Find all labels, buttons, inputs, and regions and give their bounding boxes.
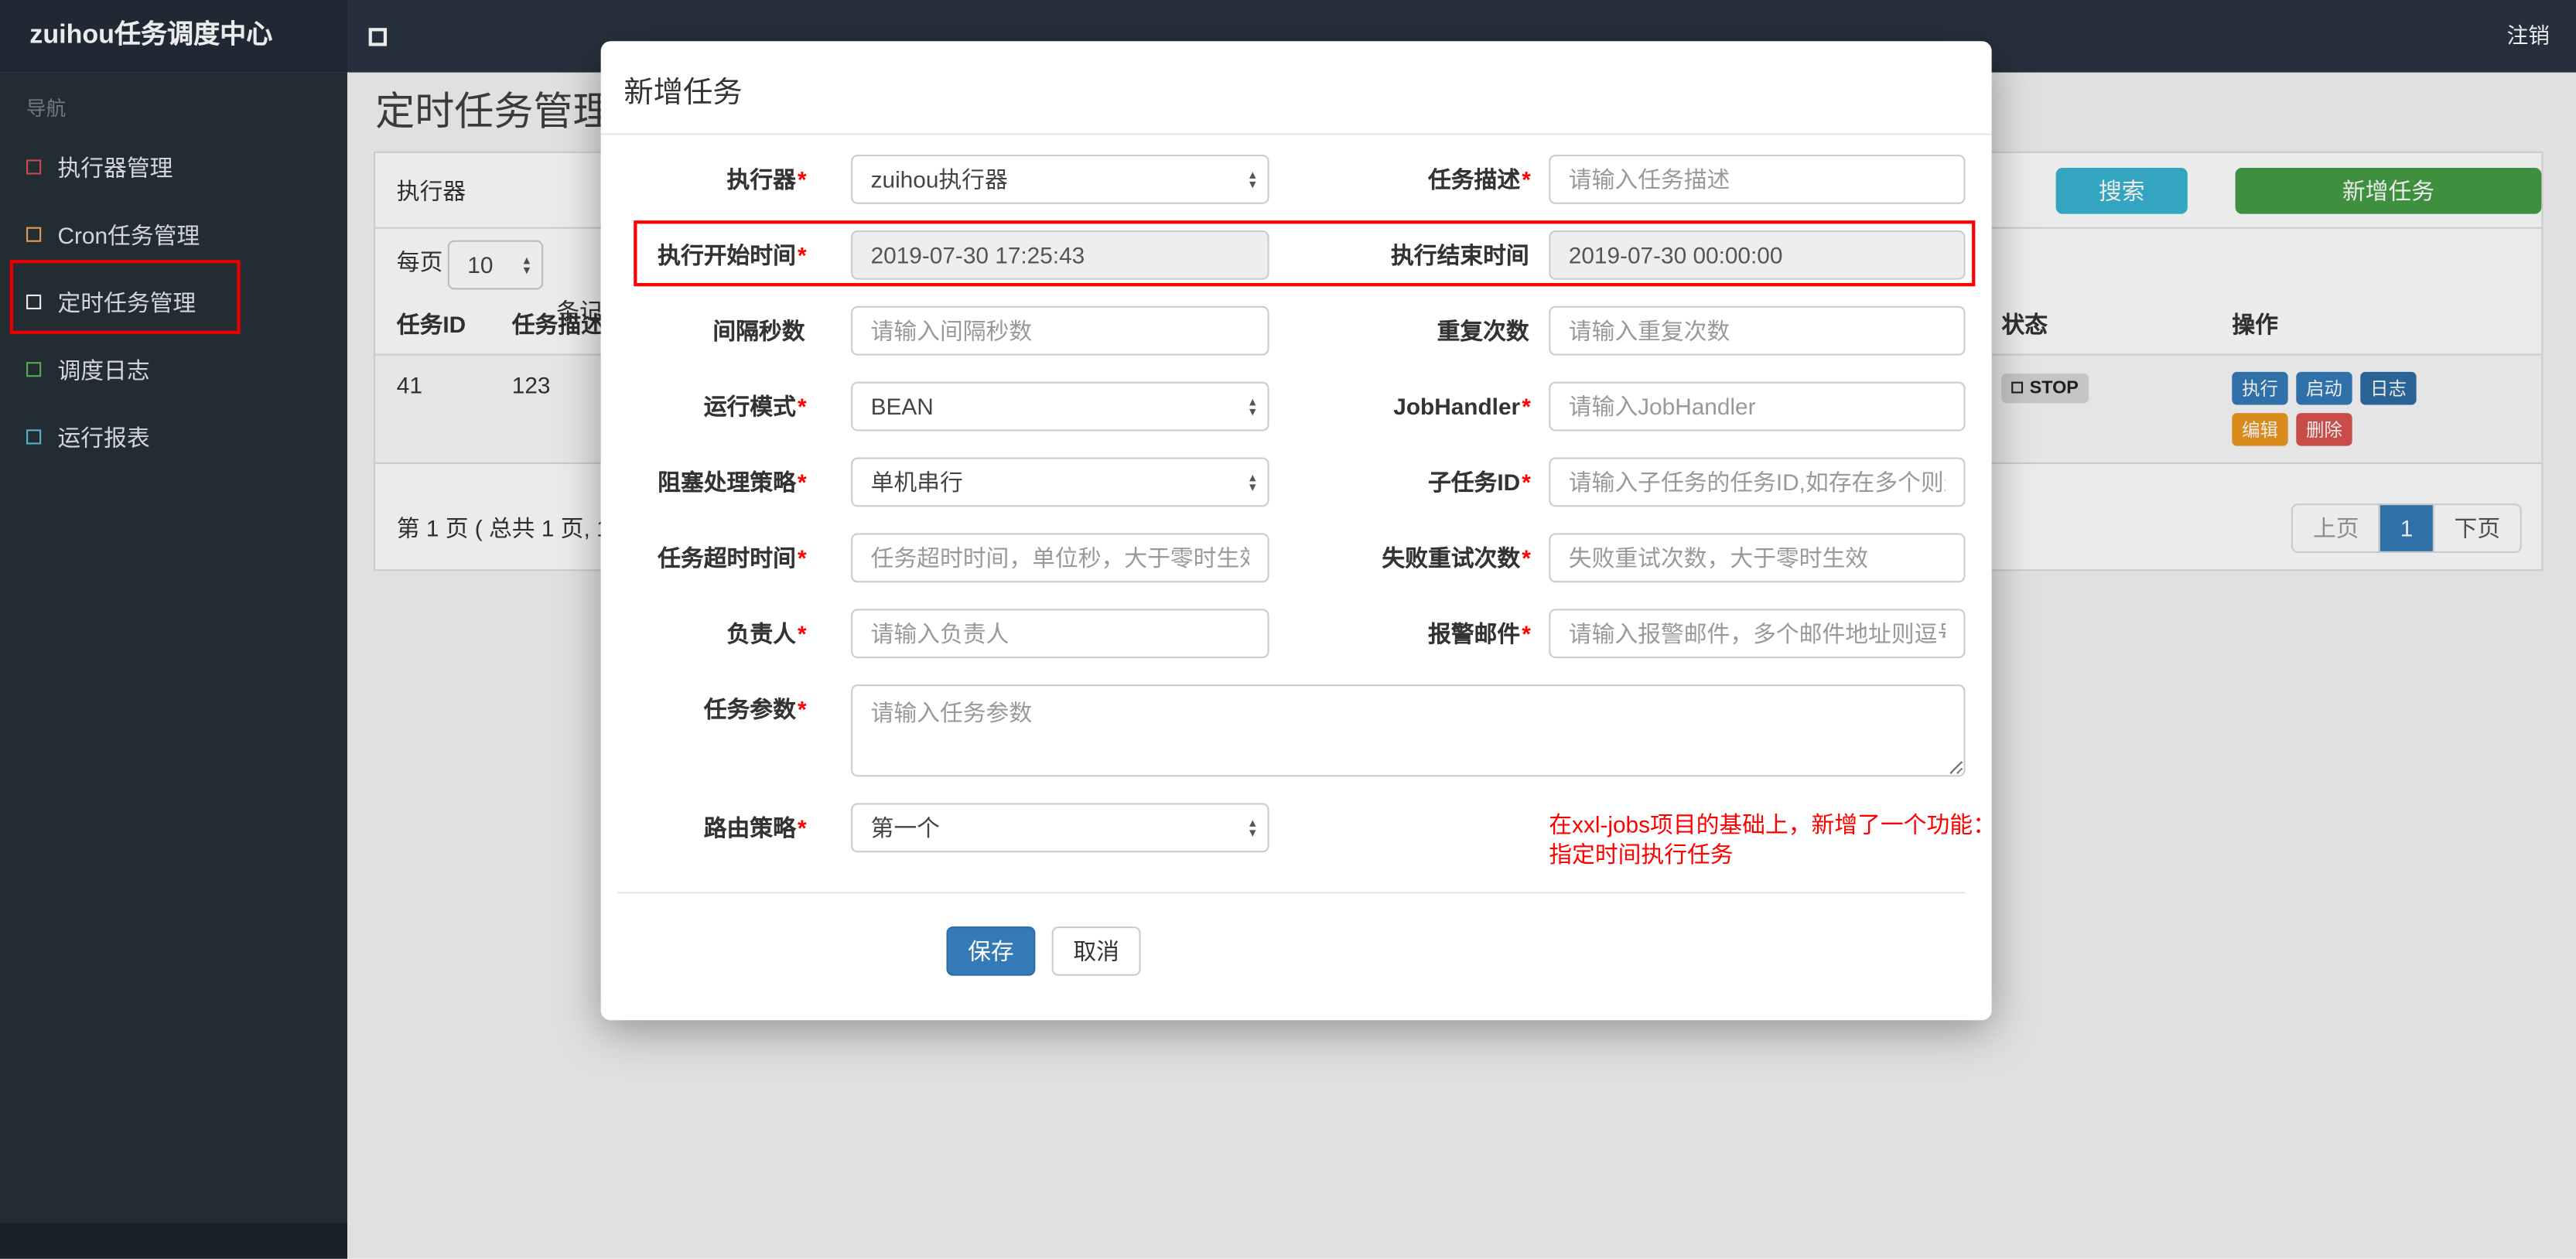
jobhandler-input[interactable]: [1549, 381, 1966, 432]
executor-label: 执行器 *: [726, 165, 807, 193]
form-row-owner-email: 负责人* 报警邮件*: [617, 609, 1966, 659]
timeout-label: 任务超时时间 *: [658, 544, 807, 571]
alarm-email-input[interactable]: [1549, 609, 1966, 659]
run-mode-select[interactable]: BEAN ▴ ▾: [851, 381, 1269, 432]
block-strategy-select[interactable]: 单机串行 ▴ ▾: [851, 457, 1269, 507]
required-asterisk: *: [798, 393, 807, 420]
repeat-input[interactable]: [1549, 305, 1966, 356]
form-row-time-range: 执行开始时间* 执行结束时间: [617, 230, 1966, 280]
modal-footer: 保存 取消: [617, 892, 1966, 976]
owner-label: 负责人 *: [726, 620, 807, 647]
select-caret-icon: ▴ ▾: [1249, 394, 1256, 418]
required-asterisk: *: [798, 696, 807, 723]
save-button[interactable]: 保存: [946, 926, 1036, 976]
required-asterisk: *: [1522, 469, 1531, 496]
required-asterisk: *: [798, 814, 807, 841]
executor-select-value: zuihou执行器: [870, 165, 1008, 193]
cancel-button[interactable]: 取消: [1051, 926, 1141, 976]
select-caret-icon: ▴ ▾: [1249, 166, 1256, 191]
retry-input[interactable]: [1549, 533, 1966, 583]
route-strategy-select[interactable]: 第一个 ▴ ▾: [851, 803, 1269, 853]
run-mode-label: 运行模式 *: [703, 393, 807, 420]
required-asterisk: *: [1522, 620, 1531, 647]
modal-body: 执行器* zuihou执行器 ▴▾ 任务描述* 执行开始时间* 执行结束时间 间…: [601, 135, 1996, 976]
form-row-interval-repeat: 间隔秒数 重复次数: [617, 305, 1966, 356]
modal-title: 新增任务: [600, 41, 1992, 135]
alarm-email-label: 报警邮件 *: [1427, 620, 1531, 647]
required-asterisk: *: [798, 620, 807, 647]
run-mode-select-value: BEAN: [870, 393, 934, 420]
select-caret-icon: ▴ ▾: [1249, 815, 1256, 840]
required-asterisk: *: [1522, 544, 1531, 571]
interval-label: 间隔秒数: [712, 317, 805, 344]
form-row-block-child: 阻塞处理策略 * 单机串行 ▴ ▾ 子任务ID *: [617, 457, 1966, 507]
owner-input[interactable]: [851, 609, 1269, 659]
form-row-route: 路由策略 * 第一个 ▴ ▾ 在xxl-jobs项目的基础上，新增了一个功能： 指定…: [617, 803, 1996, 868]
repeat-label: 重复次数: [1437, 317, 1529, 344]
executor-select[interactable]: zuihou执行器 ▴ ▾: [851, 155, 1269, 204]
child-job-input[interactable]: [1549, 457, 1966, 507]
required-asterisk: *: [1522, 393, 1531, 420]
required-asterisk: *: [798, 469, 807, 496]
retry-label: 失败重试次数 *: [1382, 544, 1531, 571]
required-asterisk: *: [798, 165, 807, 193]
end-time-input[interactable]: [1549, 230, 1966, 280]
app-root: zuihou任务调度中心 注销 导航 执行器管理 Cron任务管理 定时任务管理…: [0, 0, 2576, 1259]
end-time-label: 执行结束时间: [1390, 241, 1529, 268]
task-params-textarea[interactable]: [851, 684, 1966, 777]
form-row-executor-desc: 执行器 * zuihou执行器 ▴ ▾ 任务描述 *: [617, 155, 1966, 204]
form-row-timeout-retry: 任务超时时间* 失败重试次数*: [617, 533, 1966, 583]
route-strategy-select-value: 第一个: [870, 814, 940, 841]
start-time-label: 执行开始时间 *: [658, 241, 807, 268]
jobhandler-label: JobHandler *: [1393, 393, 1531, 420]
form-row-task-params: 任务参数 *: [617, 684, 1966, 777]
select-caret-icon: ▴ ▾: [1249, 469, 1256, 494]
route-strategy-label: 路由策略 *: [703, 814, 807, 841]
required-asterisk: *: [798, 544, 807, 571]
task-desc-label: 任务描述 *: [1427, 165, 1531, 193]
start-time-input[interactable]: [851, 230, 1269, 280]
task-params-label: 任务参数 *: [703, 696, 807, 723]
feature-note: 在xxl-jobs项目的基础上，新增了一个功能： 指定时间执行任务: [1549, 803, 1996, 868]
required-asterisk: *: [798, 241, 807, 268]
feature-note-line2: 指定时间执行任务: [1549, 841, 1734, 868]
timeout-input[interactable]: [851, 533, 1269, 583]
block-strategy-select-value: 单机串行: [870, 469, 963, 496]
child-job-label: 子任务ID *: [1427, 469, 1531, 496]
task-desc-input[interactable]: [1549, 155, 1966, 204]
required-asterisk: *: [1522, 165, 1531, 193]
form-row-mode-handler: 运行模式 * BEAN ▴ ▾ JobHandler *: [617, 381, 1966, 432]
interval-input[interactable]: [851, 305, 1269, 356]
add-task-modal: 新增任务 执行器* zuihou执行器 ▴▾ 任务描述* 执行开始时间* 执行结…: [600, 41, 1996, 1021]
feature-note-line1: 在xxl-jobs项目的基础上，新增了一个功能：: [1549, 811, 1996, 838]
block-strategy-label: 阻塞处理策略 *: [658, 469, 807, 496]
